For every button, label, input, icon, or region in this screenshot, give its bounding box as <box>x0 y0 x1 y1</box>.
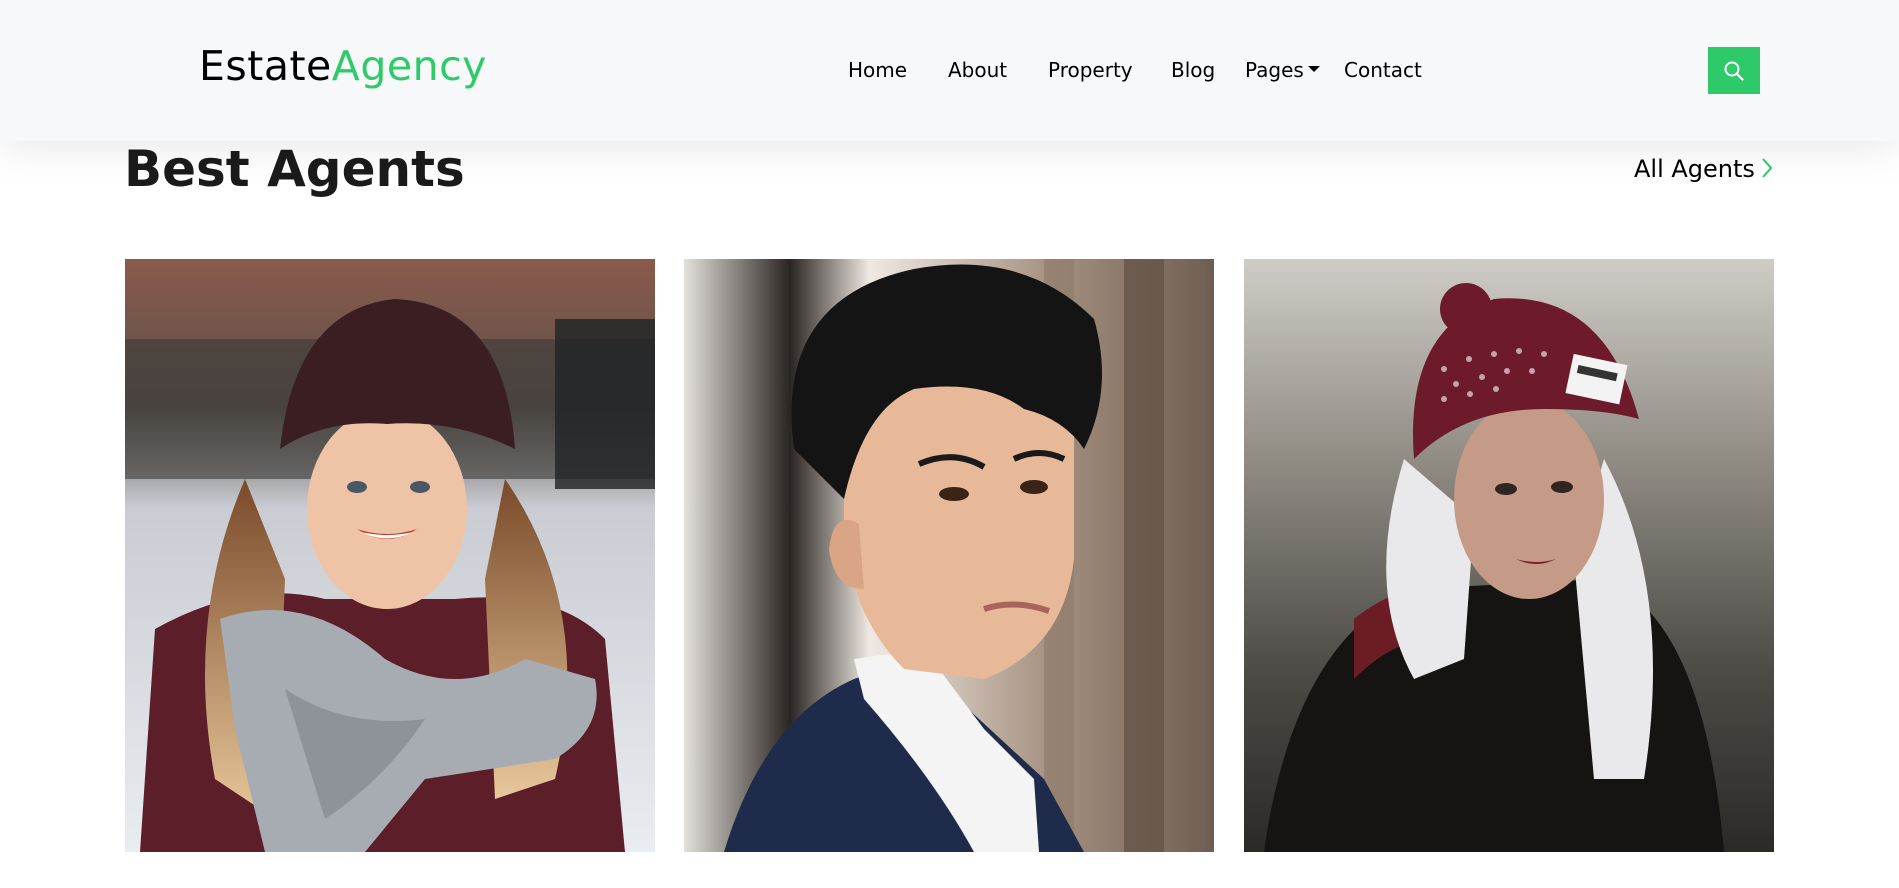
agent-card[interactable] <box>684 259 1214 852</box>
nav-item-contact[interactable]: Contact <box>1344 52 1422 88</box>
agent-card[interactable] <box>1244 259 1774 852</box>
agent-photo-man-suit <box>684 259 1214 852</box>
section-title: Best Agents <box>124 140 465 198</box>
site-header: EstateAgency Home About Property Blog Pa… <box>0 0 1899 141</box>
nav-item-pages-label: Pages <box>1245 58 1304 82</box>
brand-logo[interactable]: EstateAgency <box>199 38 487 94</box>
agent-card[interactable] <box>125 259 655 852</box>
nav-item-property[interactable]: Property <box>1048 52 1133 88</box>
brand-part-agency: Agency <box>331 42 487 90</box>
all-agents-label: All Agents <box>1634 155 1755 183</box>
search-icon <box>1724 61 1744 81</box>
nav-item-home[interactable]: Home <box>848 52 907 88</box>
caret-down-icon <box>1307 65 1320 72</box>
all-agents-link[interactable]: All Agents <box>1634 152 1773 186</box>
brand-part-estate: Estate <box>199 42 332 90</box>
nav-item-pages[interactable]: Pages <box>1245 52 1320 88</box>
nav-item-blog[interactable]: Blog <box>1171 52 1215 88</box>
chevron-right-icon <box>1762 158 1773 178</box>
nav-item-about[interactable]: About <box>948 52 1007 88</box>
agent-photo-woman-beanie <box>1244 259 1774 852</box>
agent-photo-woman-scarf <box>125 259 655 852</box>
search-button[interactable] <box>1708 47 1760 94</box>
